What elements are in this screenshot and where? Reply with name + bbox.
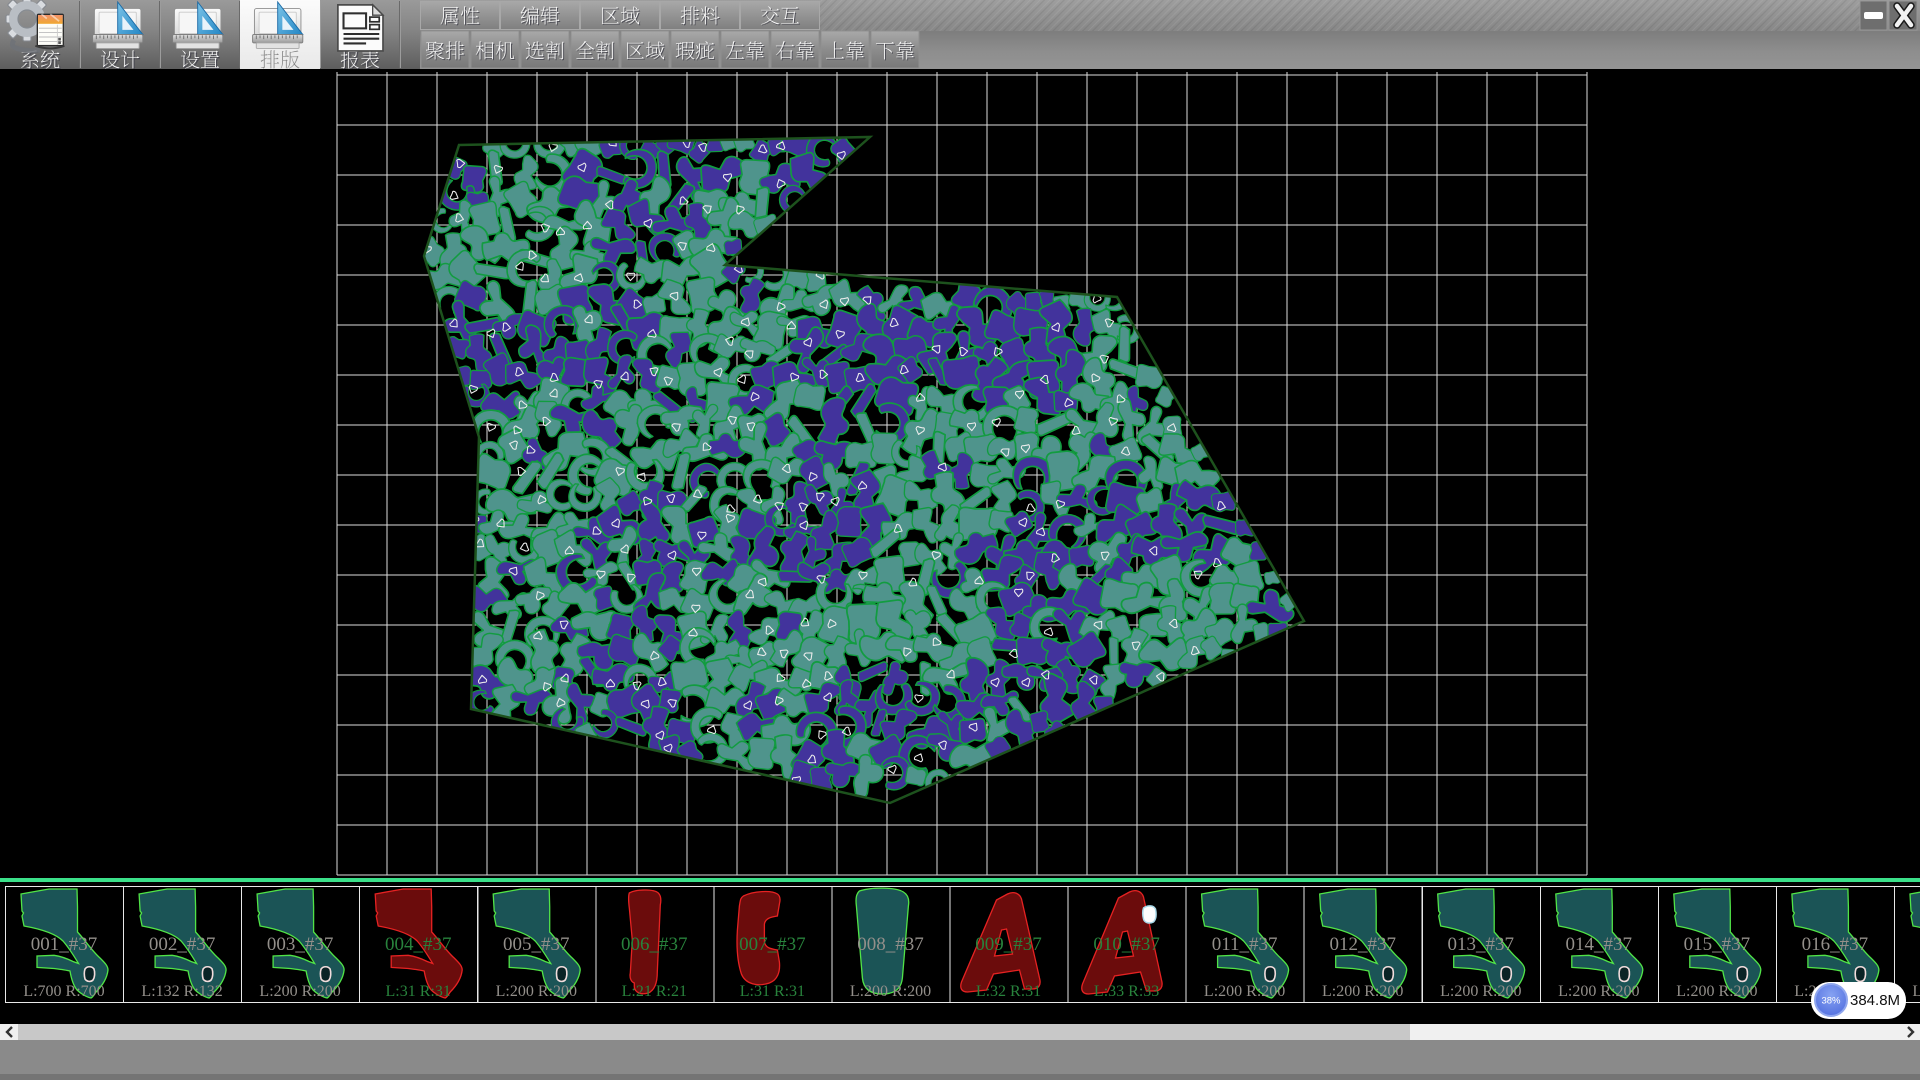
svg-text:38%: 38% [1821,996,1841,1007]
svg-text:L:200 R:200: L:200 R:200 [1322,983,1403,1000]
svg-text:L:200 R:200: L:200 R:200 [1676,983,1757,1000]
svg-text:014_#37: 014_#37 [1566,934,1633,955]
svg-text:004_#37: 004_#37 [385,934,452,955]
svg-text:L:200 R:200: L:200 R:200 [1912,983,1920,1000]
svg-text:008_#37: 008_#37 [857,934,924,955]
svg-text:009_#37: 009_#37 [975,934,1042,955]
svg-text:007_#37: 007_#37 [739,934,806,955]
svg-text:005_#37: 005_#37 [503,934,570,955]
svg-text:L:31 R:31: L:31 R:31 [740,983,805,1000]
svg-text:012_#37: 012_#37 [1329,934,1396,955]
svg-text:002_#37: 002_#37 [149,934,216,955]
svg-text:003_#37: 003_#37 [267,934,334,955]
svg-text:L:200 R:200: L:200 R:200 [1204,983,1285,1000]
svg-text:L:700 R:700: L:700 R:700 [23,983,104,1000]
svg-text:L:200 R:200: L:200 R:200 [1558,983,1639,1000]
svg-text:016_#37: 016_#37 [1802,934,1869,955]
svg-text:015_#37: 015_#37 [1684,934,1751,955]
svg-text:L:21 R:21: L:21 R:21 [622,983,687,1000]
svg-text:L:200 R:200: L:200 R:200 [259,983,340,1000]
svg-text:L:132 R:132: L:132 R:132 [141,983,222,1000]
svg-text:L:200 R:200: L:200 R:200 [496,983,577,1000]
svg-text:L:200 R:200: L:200 R:200 [1440,983,1521,1000]
svg-text:L:31 R:31: L:31 R:31 [386,983,451,1000]
svg-text:010_#37: 010_#37 [1093,934,1160,955]
svg-text:013_#37: 013_#37 [1448,934,1515,955]
svg-text:L:33 R:33: L:33 R:33 [1094,983,1159,1000]
svg-text:001_#37: 001_#37 [31,934,98,955]
svg-text:384.8M: 384.8M [1850,992,1900,1009]
svg-text:L:32 R:31: L:32 R:31 [976,983,1041,1000]
svg-text:L:200 R:200: L:200 R:200 [850,983,931,1000]
svg-text:006_#37: 006_#37 [621,934,688,955]
svg-text:011_#37: 011_#37 [1212,934,1278,955]
